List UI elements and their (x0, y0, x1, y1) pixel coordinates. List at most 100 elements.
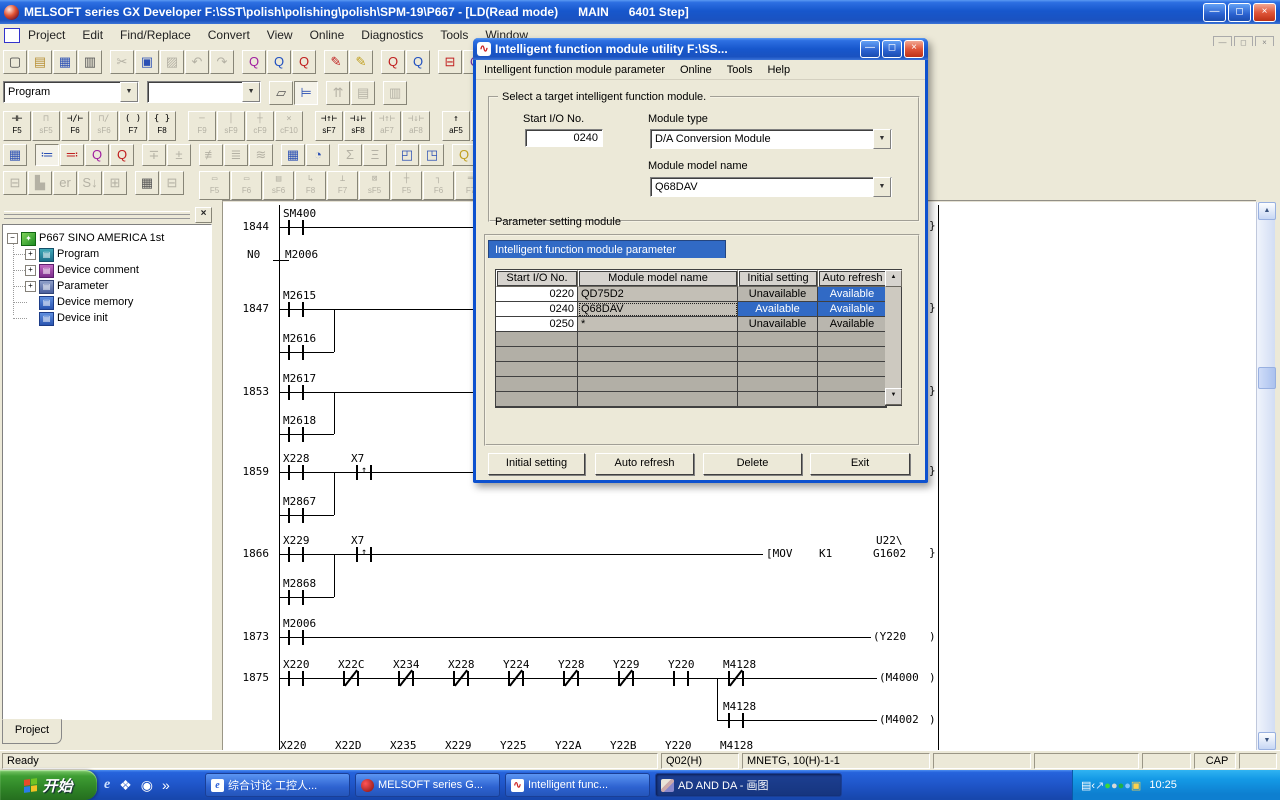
open-window-button[interactable]: ◰ (395, 144, 419, 166)
cell-start-io[interactable]: 0240 (496, 302, 578, 317)
scroll-down-icon[interactable]: ▼ (1258, 732, 1276, 750)
menu-online[interactable]: Online (310, 28, 345, 42)
tree-expand-icon[interactable]: + (25, 249, 36, 260)
dialog-maximize-button[interactable]: ◻ (882, 40, 902, 58)
monitor-write-mode-button[interactable]: Q (110, 144, 134, 166)
find-instruction-button[interactable]: Q (267, 50, 291, 74)
cell-module-model[interactable]: Q68DAV (578, 302, 738, 317)
tree-item-program[interactable]: +▤Program (3, 247, 209, 262)
tray-keyboard-icon[interactable]: ▤ (1081, 780, 1091, 792)
tree-expand-icon[interactable]: + (25, 265, 36, 276)
quick-launch-ie[interactable]: e (104, 777, 110, 793)
scroll-thumb[interactable] (1258, 367, 1276, 389)
auto-refresh-button[interactable]: Auto refresh (595, 453, 694, 475)
tray-connection-icon[interactable]: ↗ (1095, 780, 1104, 792)
open-project-button[interactable]: ▤ (28, 50, 52, 74)
dialog-menu-tools[interactable]: Tools (727, 64, 753, 76)
tray-input-icon[interactable]: ● (1111, 780, 1118, 792)
tree-item-device-memory[interactable]: ▤Device memory (3, 295, 209, 310)
table-scroll-down-icon[interactable]: ▼ (885, 388, 902, 405)
exit-button[interactable]: Exit (810, 453, 910, 475)
cell-start-io[interactable]: 0220 (496, 287, 578, 302)
menu-project[interactable]: Project (28, 28, 65, 42)
save-project-button[interactable]: ▦ (53, 50, 77, 74)
tray-browser-icon[interactable]: ● (1124, 780, 1131, 792)
menu-findreplace[interactable]: Find/Replace (120, 28, 191, 42)
initial-setting-button[interactable]: Initial setting (488, 453, 585, 475)
open-contact-key[interactable]: ⊣⊢F5 (3, 111, 31, 141)
menu-edit[interactable]: Edit (82, 28, 103, 42)
program-type-combo[interactable]: Program ▼ (3, 81, 139, 103)
chevron-down-icon[interactable]: ▼ (873, 177, 891, 197)
falling-pulse-key[interactable]: ⊣↓⊢sF8 (344, 111, 372, 141)
find-string-button[interactable]: Q (292, 50, 316, 74)
table-row[interactable]: 0220QD75D2UnavailableAvailable (496, 287, 886, 302)
device-usage-list-button[interactable]: ◔ (306, 144, 330, 166)
menu-diagnostics[interactable]: Diagnostics (361, 28, 423, 42)
start-io-input[interactable]: 0240 (525, 129, 603, 147)
transfer-setup-button[interactable]: ⊟ (438, 50, 462, 74)
print-button[interactable]: ▥ (78, 50, 102, 74)
device-search-combo[interactable]: ▼ (147, 81, 261, 103)
project-tab[interactable]: Project (2, 719, 62, 744)
chevron-down-icon[interactable]: ▼ (242, 82, 260, 102)
tab-intelligent-function-module-parameter[interactable]: Intelligent function module parameter (488, 240, 726, 258)
menu-tools[interactable]: Tools (440, 28, 468, 42)
parameter-table-scrollbar[interactable]: ▲ ▼ (885, 269, 902, 406)
task-3[interactable]: ∿Intelligent func... (505, 773, 650, 797)
close-button[interactable]: × (1253, 3, 1276, 22)
monitor-stop-zoom-button[interactable]: Q (406, 50, 430, 74)
quick-launch-desktop[interactable]: ❖ (119, 777, 132, 794)
tree-item-device-init[interactable]: ▤Device init (3, 311, 209, 326)
tree-item-p667-sino-america-1st[interactable]: −✦P667 SINO AMERICA 1st (3, 231, 209, 246)
cell-auto-refresh[interactable]: Available (818, 302, 886, 317)
dialog-menu-help[interactable]: Help (767, 64, 790, 76)
project-tree[interactable]: −✦P667 SINO AMERICA 1st+▤Program+▤Device… (2, 224, 212, 720)
monitor-mode-button[interactable]: Q (85, 144, 109, 166)
cell-initial-setting[interactable]: Unavailable (738, 287, 818, 302)
write-mode-button[interactable]: ≕ (60, 144, 84, 166)
quick-launch-media[interactable]: ◉ (141, 777, 153, 794)
read-from-plc-button[interactable]: ✎ (349, 50, 373, 74)
module-type-select[interactable]: D/A Conversion Module ▼ (650, 129, 892, 149)
invert-result-key[interactable]: ↑aF5 (442, 111, 470, 141)
parameter-table[interactable]: Start I/O No.Module model nameInitial se… (495, 269, 887, 408)
cell-module-model[interactable]: * (578, 317, 738, 332)
program-list-button[interactable]: ▦ (135, 171, 159, 195)
tree-item-parameter[interactable]: +▤Parameter (3, 279, 209, 294)
table-row[interactable]: 0240Q68DAVAvailableAvailable (496, 302, 886, 317)
table-scroll-up-icon[interactable]: ▲ (885, 270, 902, 287)
table-row[interactable]: 0250*UnavailableAvailable (496, 317, 886, 332)
tree-item-device-comment[interactable]: +▤Device comment (3, 263, 209, 278)
delete-button[interactable]: Delete (703, 453, 802, 475)
cell-module-model[interactable]: QD75D2 (578, 287, 738, 302)
minimize-button[interactable]: — (1203, 3, 1226, 22)
start-button[interactable]: 开始 (0, 770, 97, 800)
application-instruction-key[interactable]: { }F8 (148, 111, 176, 141)
dialog-close-button[interactable]: × (904, 40, 924, 58)
cell-initial-setting[interactable]: Unavailable (738, 317, 818, 332)
cell-start-io[interactable]: 0250 (496, 317, 578, 332)
cell-auto-refresh[interactable]: Available (818, 287, 886, 302)
panel-close-icon[interactable]: × (195, 207, 212, 223)
module-model-name-select[interactable]: Q68DAV ▼ (650, 177, 892, 197)
coil-key[interactable]: ( )F7 (119, 111, 147, 141)
tray-security-icon[interactable]: ▣ (1131, 780, 1141, 792)
new-project-button[interactable]: ▢ (3, 50, 27, 74)
tree-expand-icon[interactable]: − (7, 233, 18, 244)
mdi-child-icon[interactable] (4, 28, 20, 43)
task-2[interactable]: MELSOFT series G... (355, 773, 500, 797)
task-4[interactable]: AD AND DA - 画图 (655, 773, 842, 797)
restore-button[interactable]: ◻ (1228, 3, 1251, 22)
dialog-minimize-button[interactable]: — (860, 40, 880, 58)
comment-input-button[interactable]: ▱ (269, 81, 293, 105)
task-1[interactable]: e综合讨论 工控人... (205, 773, 350, 797)
tray-antivirus-icon[interactable]: ● (1104, 780, 1111, 792)
closed-contact-key[interactable]: ⊣∕⊢F6 (61, 111, 89, 141)
find-device-button[interactable]: Q (242, 50, 266, 74)
read-mode-button[interactable]: ≔ (35, 144, 59, 166)
chevron-down-icon[interactable]: ▼ (873, 129, 891, 149)
monitor-zoom-button[interactable]: Q (381, 50, 405, 74)
scroll-up-icon[interactable]: ▲ (1258, 202, 1276, 220)
ladder-vertical-scrollbar[interactable]: ▲ ▼ (1256, 202, 1275, 750)
